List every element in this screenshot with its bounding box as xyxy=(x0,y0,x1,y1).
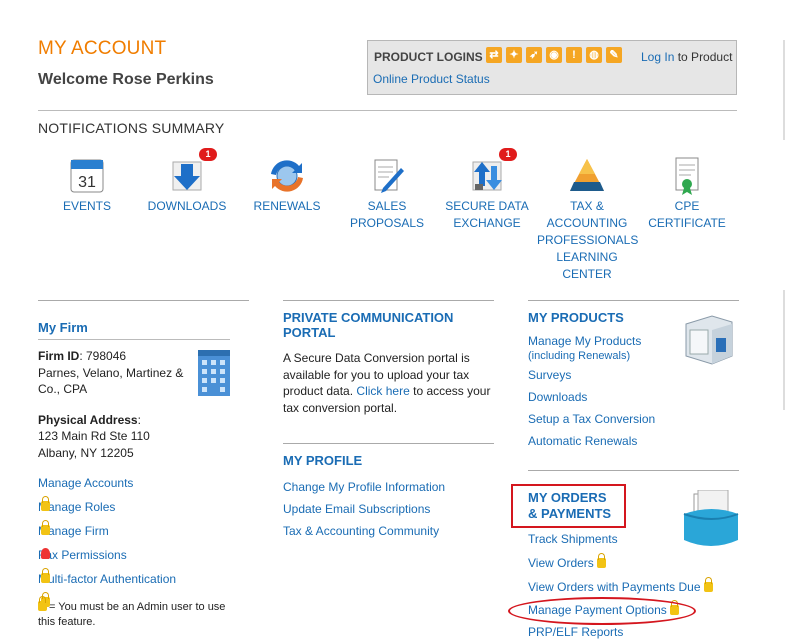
tile-cpe-certificate[interactable]: CPE CERTIFICATE xyxy=(637,156,737,232)
lock-icon xyxy=(38,596,47,611)
firm-id-value: : 798046 xyxy=(79,349,127,363)
data-exchange-icon: 1 xyxy=(467,148,517,196)
firm-title-underline xyxy=(38,339,230,340)
physical-address: Physical Address: xyxy=(38,412,141,427)
tile-label: DOWNLOADS xyxy=(147,199,227,213)
address-label: Physical Address xyxy=(38,412,138,427)
calendar-icon: 31 xyxy=(67,156,107,196)
product-login-icon-5[interactable]: ! xyxy=(566,47,582,63)
tile-learning-center[interactable]: TAX & ACCOUNTING PROFESSIONALS LEARNING … xyxy=(537,156,639,283)
portal-title: PRIVATE COMMUNICATION PORTAL xyxy=(283,310,454,340)
firm-links: Manage Accounts Manage Roles Manage Firm… xyxy=(38,472,249,607)
setup-tax-conversion-link[interactable]: Setup a Tax Conversion xyxy=(528,408,739,430)
orders-divider xyxy=(528,470,739,471)
view-orders-link[interactable]: View Orders xyxy=(528,556,594,570)
orders-box-icon xyxy=(680,489,740,557)
product-login-icons: ⇄ ✦ ➶ ◉ ! ◍ ✎ xyxy=(486,47,622,63)
lock-icon xyxy=(703,577,713,592)
tile-renewals[interactable]: RENEWALS xyxy=(237,156,337,215)
tile-label: CPE CERTIFICATE xyxy=(648,199,726,230)
tile-label: SECURE DATA EXCHANGE xyxy=(445,199,529,230)
track-shipments-link[interactable]: Track Shipments xyxy=(528,532,618,546)
download-icon: 1 xyxy=(167,148,217,196)
my-firm-section: My Firm Firm ID: 798046 Parnes, Velano, … xyxy=(38,320,249,630)
firm-divider xyxy=(38,300,249,301)
tile-label: SALES PROPOSALS xyxy=(349,199,425,230)
community-link[interactable]: Tax & Accounting Community xyxy=(283,520,494,542)
tile-label: EVENTS xyxy=(62,199,111,213)
header-divider xyxy=(38,110,737,111)
email-subscriptions-link[interactable]: Update Email Subscriptions xyxy=(283,498,494,520)
page-title: MY ACCOUNT xyxy=(38,38,167,59)
manage-firm-link[interactable]: Manage Firm xyxy=(38,520,249,542)
portal-click-here-link[interactable]: Click here xyxy=(356,384,409,398)
right-edge-panel xyxy=(783,290,785,410)
manage-roles-link[interactable]: Manage Roles xyxy=(38,496,249,518)
notifications-title: NOTIFICATIONS SUMMARY xyxy=(38,120,225,136)
product-login-icon-6[interactable]: ◍ xyxy=(586,47,602,63)
building-icon xyxy=(196,348,232,401)
data-exchange-badge: 1 xyxy=(499,148,517,161)
firm-id: Firm ID: 798046 xyxy=(38,348,188,365)
tile-label: TAX & ACCOUNTING PROFESSIONALS LEARNING … xyxy=(537,199,639,281)
product-login-icon-7[interactable]: ✎ xyxy=(606,47,622,63)
product-login-icon-3[interactable]: ➶ xyxy=(526,47,542,63)
lock-icon xyxy=(41,568,50,583)
lock-icon xyxy=(41,520,50,535)
downloads-link[interactable]: Downloads xyxy=(528,386,739,408)
products-section: MY PRODUCTS Manage My Products (includin… xyxy=(528,310,739,452)
pyramid-icon xyxy=(567,156,607,196)
automatic-renewals-link[interactable]: Automatic Renewals xyxy=(528,430,739,452)
ribbon-icon xyxy=(41,548,50,559)
product-login-icon-4[interactable]: ◉ xyxy=(546,47,562,63)
tile-sales-proposals[interactable]: SALES PROPOSALS xyxy=(337,156,437,232)
firm-name: Parnes, Velano, Martinez & Co., CPA xyxy=(38,365,184,397)
profile-section: MY PROFILE Change My Profile Information… xyxy=(283,453,494,542)
proposal-icon xyxy=(367,156,407,196)
online-product-status-link[interactable]: Online Product Status xyxy=(373,72,490,86)
svg-text:31: 31 xyxy=(78,174,96,191)
prp-elf-reports-link[interactable]: PRP/ELF Reports xyxy=(528,625,623,639)
multi-factor-auth-link[interactable]: Multi-factor Authentication xyxy=(38,568,249,590)
profile-divider xyxy=(283,443,494,444)
right-edge-panel xyxy=(783,40,785,140)
portal-divider xyxy=(283,300,494,301)
my-firm-title: My Firm xyxy=(38,320,88,335)
profile-links: Change My Profile Information Update Ema… xyxy=(283,476,494,542)
renewals-icon xyxy=(267,156,307,196)
fax-permissions-link[interactable]: Fax Permissions xyxy=(38,544,249,566)
welcome-message: Welcome Rose Perkins xyxy=(38,71,214,88)
products-divider xyxy=(528,300,739,301)
firm-id-label: Firm ID xyxy=(38,349,80,363)
address-line1: 123 Main Rd Ste 110 xyxy=(38,429,150,443)
manage-accounts-link[interactable]: Manage Accounts xyxy=(38,472,249,494)
login-link[interactable]: Log In xyxy=(641,50,674,64)
tile-downloads[interactable]: 1 DOWNLOADS xyxy=(137,148,237,215)
product-login-icon-1[interactable]: ⇄ xyxy=(486,47,502,63)
admin-note: = You must be an Admin user to use this … xyxy=(38,596,238,630)
product-logins-label: PRODUCT LOGINS xyxy=(374,50,483,64)
product-logins-panel: PRODUCT LOGINS ⇄ ✦ ➶ ◉ ! ◍ ✎ Log In to P… xyxy=(367,40,737,95)
product-boxes-icon xyxy=(678,310,738,375)
change-profile-link[interactable]: Change My Profile Information xyxy=(283,476,494,498)
admin-note-text: = You must be an Admin user to use this … xyxy=(38,601,226,628)
login-to-product: Log In to Product xyxy=(641,50,732,64)
product-login-icon-2[interactable]: ✦ xyxy=(506,47,522,63)
payment-options-highlight xyxy=(508,597,696,625)
downloads-badge: 1 xyxy=(199,148,217,161)
lock-icon xyxy=(596,553,606,568)
tile-secure-data-exchange[interactable]: 1 SECURE DATA EXCHANGE xyxy=(437,148,537,232)
view-orders-payments-due-link[interactable]: View Orders with Payments Due xyxy=(528,580,701,594)
tile-events[interactable]: 31 EVENTS xyxy=(37,156,137,215)
lock-icon xyxy=(41,496,50,511)
profile-title: MY PROFILE xyxy=(283,453,363,468)
certificate-icon xyxy=(667,156,707,196)
tile-label: RENEWALS xyxy=(253,199,321,213)
login-suffix: to Product xyxy=(677,50,733,64)
address-line2: Albany, NY 12205 xyxy=(38,445,134,460)
portal-section: PRIVATE COMMUNICATION PORTAL A Secure Da… xyxy=(283,310,494,416)
portal-text: A Secure Data Conversion portal is avail… xyxy=(283,350,493,416)
